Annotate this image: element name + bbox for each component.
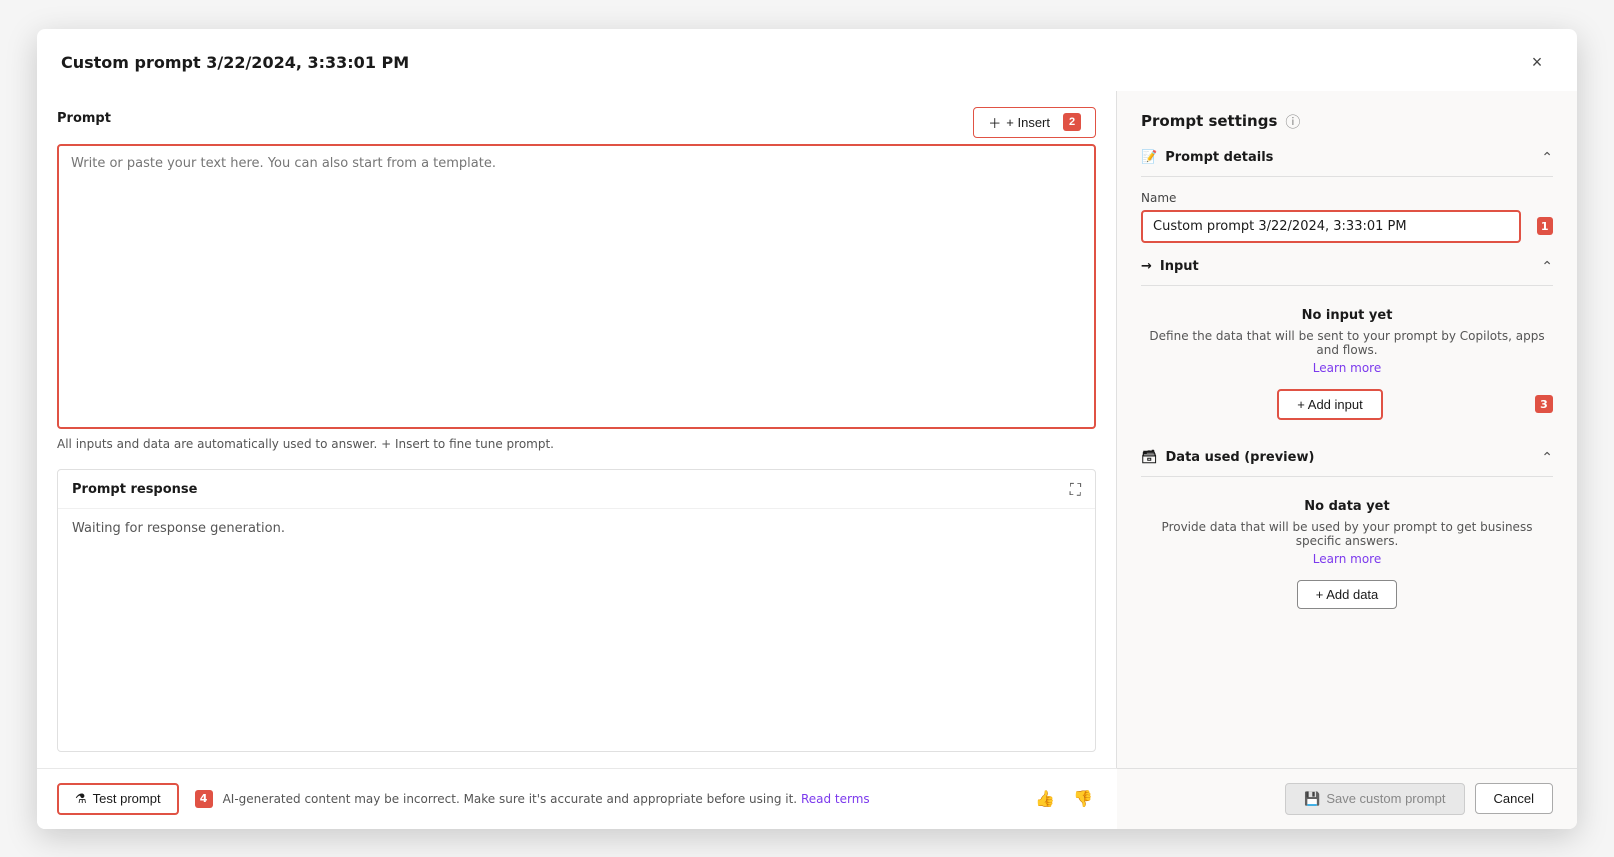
plus-icon: ＋ <box>988 113 1001 132</box>
right-panel: Prompt settings ⓘ 📝 Prompt details ⌃ Nam… <box>1117 91 1577 768</box>
read-terms-link[interactable]: Read terms <box>801 792 870 806</box>
dialog-header: Custom prompt 3/22/2024, 3:33:01 PM × <box>37 29 1577 91</box>
insert-badge: 2 <box>1063 113 1081 131</box>
custom-prompt-dialog: Custom prompt 3/22/2024, 3:33:01 PM × Pr… <box>37 29 1577 829</box>
input-icon: → <box>1141 259 1152 274</box>
close-button[interactable]: × <box>1521 47 1553 79</box>
cancel-button[interactable]: Cancel <box>1475 783 1553 814</box>
data-section-body: No data yet Provide data that will be us… <box>1141 491 1553 623</box>
bottom-bar: ⚗ Test prompt 4 AI-generated content may… <box>37 768 1117 829</box>
input-section-label: Input <box>1160 259 1199 274</box>
data-section-label: Data used (preview) <box>1166 450 1315 465</box>
info-icon[interactable]: ⓘ <box>1285 111 1300 132</box>
no-data-title: No data yet <box>1141 499 1553 514</box>
data-icon: 🗃 <box>1141 450 1158 465</box>
no-data-desc: Provide data that will be used by your p… <box>1141 520 1553 548</box>
name-input[interactable] <box>1141 210 1521 243</box>
data-section-header[interactable]: 🗃 Data used (preview) ⌃ <box>1141 450 1553 477</box>
left-panel: Prompt ＋ + Insert 2 All inputs and data … <box>37 91 1117 768</box>
prompt-textarea[interactable] <box>59 146 1094 427</box>
prompt-section-label: Prompt <box>57 111 111 126</box>
prompt-header-row: Prompt ＋ + Insert 2 <box>57 107 1096 138</box>
name-label: Name <box>1141 191 1553 205</box>
input-section-body: No input yet Define the data that will b… <box>1141 300 1553 434</box>
test-prompt-button[interactable]: ⚗ Test prompt <box>57 783 179 815</box>
add-input-label: + Add input <box>1297 397 1362 412</box>
prompt-details-header-left: 📝 Prompt details <box>1141 150 1273 165</box>
dialog-body: Prompt ＋ + Insert 2 All inputs and data … <box>37 91 1577 768</box>
prompt-footer-note: All inputs and data are automatically us… <box>57 429 1096 455</box>
prompt-response-section: Prompt response ⛶ Waiting for response g… <box>57 469 1096 752</box>
prompt-details-label: Prompt details <box>1165 150 1273 165</box>
bottom-section: ⚗ Test prompt 4 AI-generated content may… <box>37 768 1577 829</box>
save-label: Save custom prompt <box>1326 791 1445 806</box>
add-input-badge: 3 <box>1535 395 1553 413</box>
prompt-details-icon: 📝 <box>1141 150 1157 165</box>
input-chevron: ⌃ <box>1541 259 1553 275</box>
dialog-footer: 💾 Save custom prompt Cancel <box>1117 768 1577 829</box>
thumbs-up-button[interactable]: 👍 <box>1031 785 1059 813</box>
no-input-title: No input yet <box>1141 308 1553 323</box>
response-label: Prompt response <box>72 482 197 497</box>
flask-icon: ⚗ <box>75 791 87 807</box>
prompt-area-container <box>57 144 1096 429</box>
prompt-details-chevron: ⌃ <box>1541 150 1553 166</box>
test-prompt-badge: 4 <box>195 790 213 808</box>
test-prompt-label: Test prompt <box>93 791 161 806</box>
no-input-desc: Define the data that will be sent to you… <box>1141 329 1553 357</box>
data-section: 🗃 Data used (preview) ⌃ No data yet Prov… <box>1141 450 1553 623</box>
disclaimer-text: AI-generated content may be incorrect. M… <box>223 792 798 806</box>
input-section-header[interactable]: → Input ⌃ <box>1141 259 1553 286</box>
ai-disclaimer: AI-generated content may be incorrect. M… <box>223 792 1022 806</box>
thumbs-down-button[interactable]: 👎 <box>1069 785 1097 813</box>
input-section: → Input ⌃ No input yet Define the data t… <box>1141 259 1553 434</box>
response-header: Prompt response ⛶ <box>58 470 1095 509</box>
save-button: 💾 Save custom prompt <box>1285 783 1464 815</box>
input-section-header-left: → Input <box>1141 259 1199 274</box>
insert-label: + Insert <box>1006 115 1050 130</box>
data-section-header-left: 🗃 Data used (preview) <box>1141 450 1314 465</box>
add-input-button[interactable]: + Add input <box>1277 389 1382 420</box>
add-data-label: + Add data <box>1316 587 1379 602</box>
waiting-text: Waiting for response generation. <box>72 521 285 536</box>
data-chevron: ⌃ <box>1541 450 1553 466</box>
dialog-title: Custom prompt 3/22/2024, 3:33:01 PM <box>61 53 409 72</box>
data-learn-more-link[interactable]: Learn more <box>1141 552 1553 566</box>
settings-title-row: Prompt settings ⓘ <box>1141 111 1553 132</box>
add-data-button[interactable]: + Add data <box>1297 580 1398 609</box>
insert-button[interactable]: ＋ + Insert 2 <box>973 107 1096 138</box>
prompt-details-section: 📝 Prompt details ⌃ Name 1 <box>1141 150 1553 243</box>
input-learn-more-link[interactable]: Learn more <box>1141 361 1553 375</box>
response-body: Waiting for response generation. <box>58 509 1095 751</box>
save-icon: 💾 <box>1304 791 1320 807</box>
settings-title: Prompt settings <box>1141 112 1277 130</box>
prompt-details-header[interactable]: 📝 Prompt details ⌃ <box>1141 150 1553 177</box>
expand-icon[interactable]: ⛶ <box>1070 480 1081 500</box>
name-badge: 1 <box>1537 217 1554 235</box>
